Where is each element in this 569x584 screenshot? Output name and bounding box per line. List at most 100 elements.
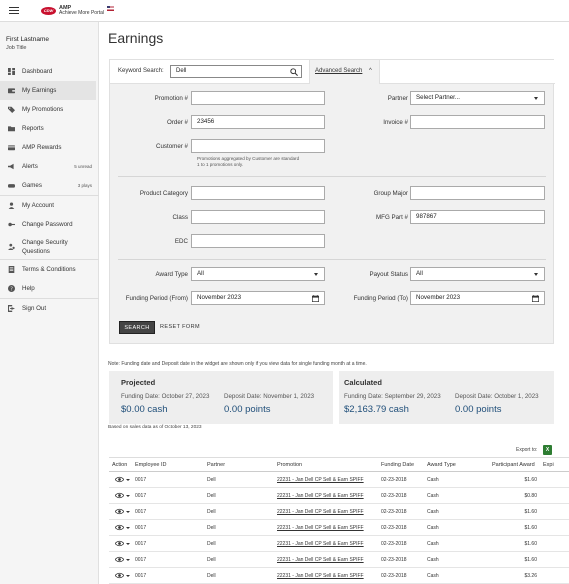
advanced-search-tab[interactable]: Advanced Search ^ [309,60,380,84]
sidebar-item-dashboard[interactable]: Dashboard [0,62,99,81]
column-header[interactable]: Action [112,462,127,468]
table-body: 0017 Dell 22231 - Jan Dell CP Sell & Earn … [109,472,569,584]
participant-award-cell: $0.80 [524,493,537,499]
order-input[interactable]: 23456 [191,115,325,129]
mfg-part-input[interactable]: 987867 [410,210,545,224]
sidebar-item-help[interactable]: ? Help [0,279,99,298]
user-name: First Lastname [6,36,49,43]
view-icon[interactable] [115,540,124,547]
award-type-cell: Cash [427,493,439,499]
promotion-link[interactable]: 22231 - Jan Dell CP Sell & Earn SPIFF [277,525,364,531]
funding-date-cell: 02-23-2018 [381,557,407,563]
top-bar: CDW AMP Achieve More Portal [0,0,569,22]
sidebar-item-terms[interactable]: Terms & Conditions [0,260,99,279]
payout-status-label: Payout Status [369,271,408,278]
sidebar-item-my-earnings[interactable]: My Earnings [0,81,96,100]
employee-id-cell: 0017 [135,525,147,531]
promotion-link[interactable]: 22231 - Jan Dell CP Sell & Earn SPIFF [277,509,364,515]
help-icon: ? [7,285,15,293]
view-icon[interactable] [115,556,124,563]
promotion-link[interactable]: 22231 - Jan Dell CP Sell & Earn SPIFF [277,541,364,547]
sidebar-item-games[interactable]: Games 3 plays [0,176,99,195]
advanced-search-link[interactable]: Advanced Search [315,68,362,74]
promotion-label: Promotion # [154,95,188,102]
sidebar-item-my-account[interactable]: My Account [0,196,99,215]
column-header[interactable]: Award Type [427,462,456,468]
chevron-down-icon[interactable] [126,511,130,513]
sidebar-item-my-promotions[interactable]: My Promotions [0,100,99,119]
cdw-logo-mark: CDW [41,6,56,15]
view-icon[interactable] [115,524,124,531]
column-header[interactable]: Funding Date [381,462,414,468]
view-icon[interactable] [115,476,124,483]
class-input[interactable] [191,210,325,224]
funding-to-label: Funding Period (To) [353,295,408,302]
chevron-down-icon[interactable] [126,559,130,561]
partner-cell: Dell [207,477,216,483]
promotion-input[interactable] [191,91,325,105]
partner-cell: Dell [207,493,216,499]
view-icon[interactable] [115,492,124,499]
chevron-down-icon[interactable] [126,575,130,577]
sidebar-item-alerts[interactable]: Alerts 5 unread [0,157,99,176]
sidebar-item-label: AMP Rewards [22,144,62,151]
promotion-link[interactable]: 22231 - Jan Dell CP Sell & Earn SPIFF [277,573,364,579]
column-header[interactable]: Partner [207,462,225,468]
award-type-select[interactable]: All [191,267,325,281]
customer-hint: Promotions aggregated by Customer are st… [197,156,300,167]
sidebar-item-label: My Promotions [22,106,64,113]
funding-from-input[interactable]: November 2023 [191,291,325,305]
calendar-icon[interactable] [532,295,539,302]
column-header[interactable]: Participant Award [492,462,535,468]
sidebar-item-change-security-questions[interactable]: Change Security Questions [0,234,99,259]
page-title: Earnings [108,30,164,46]
logo[interactable]: CDW AMP Achieve More Portal [41,5,115,16]
chevron-down-icon[interactable] [126,527,130,529]
calculated-funding-date: Funding Date: September 29, 2023 [344,393,441,400]
payout-status-select[interactable]: All [410,267,545,281]
award-type-cell: Cash [427,509,439,515]
participant-award-cell: $1.60 [524,541,537,547]
search-button[interactable]: SEARCH [119,321,155,334]
column-header[interactable]: Promotion [277,462,302,468]
partner-label: Partner [387,95,408,102]
sidebar-item-label: Change Security Questions [22,238,68,255]
invoice-label: Invoice # [383,119,408,126]
sidebar-item-sign-out[interactable]: Sign Out [0,299,99,318]
column-header[interactable]: Expi [543,462,554,468]
employee-id-cell: 0017 [135,493,147,499]
award-type-cell: Cash [427,525,439,531]
product-category-input[interactable] [191,186,325,200]
edc-input[interactable] [191,234,325,248]
invoice-input[interactable] [410,115,545,129]
participant-award-cell: $3.26 [524,573,537,579]
table-row: 0017 Dell 22231 - Jan Dell CP Sell & Earn … [109,520,569,536]
view-icon[interactable] [115,572,124,579]
employee-id-cell: 0017 [135,477,147,483]
menu-icon[interactable] [9,6,19,15]
award-type-cell: Cash [427,573,439,579]
calendar-icon[interactable] [312,295,319,302]
partner-cell: Dell [207,573,216,579]
sidebar-item-label: Change Password [22,221,73,228]
partner-select[interactable]: Select Partner... [410,91,545,105]
sidebar-item-amp-rewards[interactable]: AMP Rewards [0,138,99,157]
promotion-link[interactable]: 22231 - Jan Dell CP Sell & Earn SPIFF [277,557,364,563]
dashboard-icon [7,68,15,76]
excel-icon[interactable]: X [543,445,552,455]
reset-form-button[interactable]: RESET FORM [160,324,200,330]
sidebar-item-change-password[interactable]: Change Password [0,215,99,234]
view-icon[interactable] [115,508,124,515]
group-major-input[interactable] [410,186,545,200]
keyword-search-input[interactable]: Dell [170,65,302,78]
chevron-down-icon[interactable] [126,495,130,497]
promotion-link[interactable]: 22231 - Jan Dell CP Sell & Earn SPIFF [277,477,364,483]
chevron-down-icon[interactable] [126,479,130,481]
customer-input[interactable] [191,139,325,153]
search-icon[interactable] [290,68,298,76]
funding-to-input[interactable]: November 2023 [410,291,545,305]
chevron-down-icon[interactable] [126,543,130,545]
column-header[interactable]: Employee ID [135,462,167,468]
sidebar-item-reports[interactable]: Reports [0,119,99,138]
promotion-link[interactable]: 22231 - Jan Dell CP Sell & Earn SPIFF [277,493,364,499]
